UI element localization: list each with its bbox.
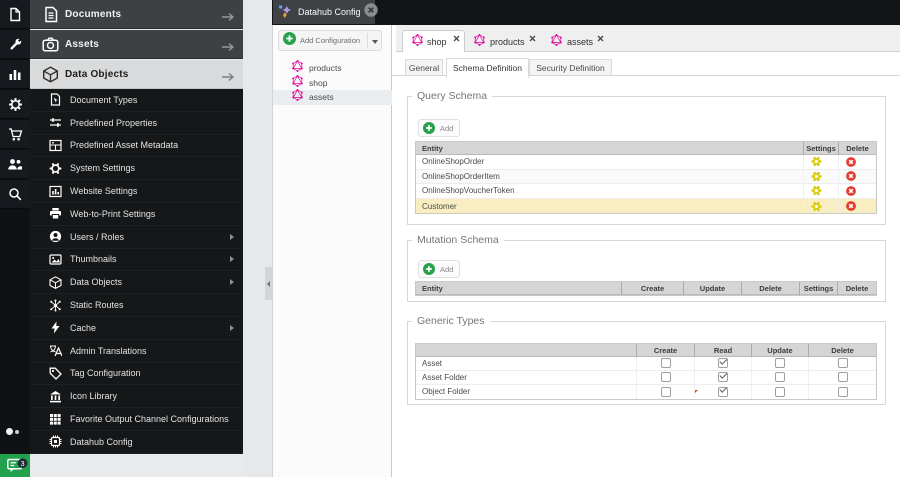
svg-text:3: 3 (20, 459, 24, 468)
